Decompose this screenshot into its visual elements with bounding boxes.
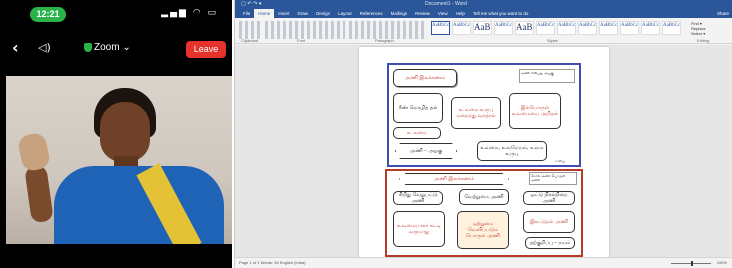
document-canvas[interactable]: அணி இலக்கணம் அணி என்பது அழகு நீண் மொழித்… [235, 45, 732, 257]
style-strong[interactable]: AaBbCcDc [620, 21, 639, 35]
group-label-styles: Styles [547, 38, 558, 43]
diagram-box-h: வேற்றுமை அணி [459, 189, 509, 205]
diagram-box-a: நீண் மொழித் தல் [393, 93, 443, 123]
select-button[interactable]: Select ▾ [691, 31, 729, 36]
phone-screen: 12:21 ▂▄▆ ◠ ▭ ‹ ◁) Zoom ⌄ Leave [0, 0, 232, 268]
diagram-box-c: இல்பொருள் உவமையை அறிதல் [509, 93, 561, 129]
speaker-icon[interactable]: ◁) [38, 41, 51, 54]
tab-layout[interactable]: Layout [334, 9, 356, 18]
participant-video [6, 76, 232, 244]
diagram-box-f: உவமை, உவமேயம், உவம உருபு [477, 141, 547, 161]
group-label-paragraph: Paragraph [375, 38, 394, 43]
zoom-slider-knob[interactable] [691, 261, 693, 266]
ribbon-tabs: File Home Insert Draw Design Layout Refe… [235, 9, 732, 18]
style-quote[interactable]: AaBbCcDc [641, 21, 660, 35]
diagram-box-e: அணி – அழகு [395, 143, 457, 159]
style-emphasis[interactable]: AaBbCcDc [578, 21, 597, 35]
style-normal[interactable]: AaBbCcDc [431, 21, 450, 35]
font-group[interactable] [265, 21, 345, 39]
tab-help[interactable]: Help [452, 9, 469, 18]
tab-home[interactable]: Home [254, 9, 275, 18]
bottom-title-box: அணி இலக்கணம் [399, 173, 509, 185]
tell-me-search[interactable]: Tell me what you want to do [469, 9, 533, 18]
style-subtitle[interactable]: AaBbCcD [536, 21, 555, 35]
top-note-box: அணி என்பது அழகு [519, 69, 575, 83]
diagram-box-b: உ வமை உருபு மறைந்து வந்தால் [451, 97, 501, 129]
tab-insert[interactable]: Insert [274, 9, 293, 18]
style-heading-1[interactable]: AaBbC [473, 21, 492, 35]
word-status-bar: Page 1 of 1 Words: 54 English (India) 10… [235, 257, 732, 268]
participant-hand [16, 131, 52, 173]
group-label-clipboard: Clipboard [241, 38, 259, 43]
clipboard-group[interactable] [239, 21, 261, 39]
tab-references[interactable]: References [356, 9, 387, 18]
style-intense-emphasis[interactable]: AaBbCcDc [599, 21, 618, 35]
diagram-box-m: தற்குறிப்பு – நயம் [525, 237, 575, 249]
diagram-box-j: உவமையாகச் சுட்டி வருமாறு [393, 211, 445, 247]
leave-button[interactable]: Leave [186, 41, 226, 58]
quick-access-toolbar[interactable]: ▢ ↶ ↷ ▾ [241, 1, 261, 8]
document-page[interactable]: அணி இலக்கணம் அணி என்பது அழகு நீண் மொழித்… [359, 47, 609, 257]
diagram-box-k: ஒற்றுமை வெளிப்படும் பொருள் அணி [457, 211, 509, 249]
back-icon[interactable]: ‹ [12, 39, 19, 57]
diagram-box-l: இரட்டுறல் அணி [523, 211, 575, 233]
zoom-level[interactable]: 100% [717, 260, 727, 265]
phone-status-bar: 12:21 ▂▄▆ ◠ ▭ [0, 0, 232, 28]
signature-note: சான்று [555, 159, 566, 163]
ribbon-home: Clipboard Font Paragraph AaBbCcDc AaBbCc… [235, 18, 732, 44]
tab-review[interactable]: Review [411, 9, 434, 18]
word-window: ▢ ↶ ↷ ▾ Document1 - Word File Home Inser… [234, 0, 732, 268]
diagram-box-g: சிறிது வேறுபட்டு அணி [393, 191, 443, 205]
editing-group: Find ▾ Replace Select ▾ [691, 21, 729, 39]
title-bar: ▢ ↶ ↷ ▾ Document1 - Word [235, 0, 732, 9]
group-label-font: Font [297, 38, 306, 43]
zoom-toolbar: ‹ ◁) Zoom ⌄ Leave [0, 34, 232, 64]
style-no-spacing[interactable]: AaBbCcDc [452, 21, 471, 35]
tab-design[interactable]: Design [312, 9, 334, 18]
share-button[interactable]: Share [713, 9, 732, 18]
zoom-menu[interactable]: Zoom ⌄ [94, 42, 131, 53]
participant-arm [24, 164, 54, 224]
tab-file[interactable]: File [239, 9, 254, 18]
tab-draw[interactable]: Draw [294, 9, 313, 18]
group-label-editing: Editing [697, 38, 710, 43]
participant-face [100, 102, 150, 162]
window-title: Document1 - Word [425, 1, 467, 7]
paragraph-group[interactable] [349, 21, 427, 39]
bottom-note-box: சொல் அணி பொருள் அணி [529, 172, 577, 185]
clock: 12:21 [30, 7, 66, 22]
shield-icon [84, 43, 92, 52]
style-intense-quote[interactable]: AaBbCcDc [662, 21, 681, 35]
diagram-box-d: உ வமை [393, 127, 441, 139]
style-heading-2[interactable]: AaBbCc [494, 21, 513, 35]
signal-wifi-battery-icon: ▂▄▆ ◠ ▭ [161, 8, 218, 18]
tab-view[interactable]: View [434, 9, 452, 18]
diagram-box-i: ஒட்டு நிரல்நிறை அணி [523, 191, 575, 205]
styles-gallery[interactable]: AaBbCcDc AaBbCcDc AaBbC AaBbCc AaBC AaBb… [431, 21, 681, 35]
style-title[interactable]: AaBC [515, 21, 534, 35]
top-title-box: அணி இலக்கணம் [393, 69, 457, 87]
page-word-count[interactable]: Page 1 of 1 Words: 54 English (India) [239, 260, 305, 265]
tab-mailings[interactable]: Mailings [387, 9, 412, 18]
style-subtle-emphasis[interactable]: AaBbCcDc [557, 21, 576, 35]
